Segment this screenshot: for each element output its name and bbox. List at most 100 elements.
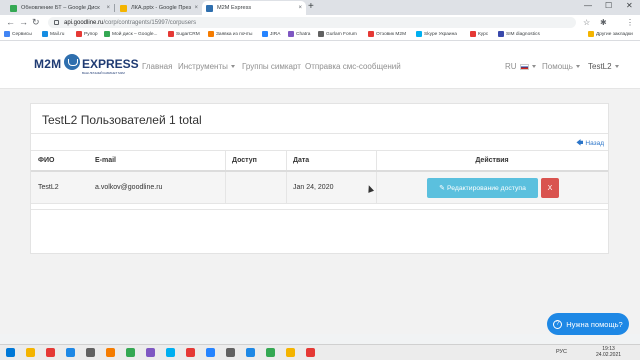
taskbar-app-icon[interactable]: [86, 348, 95, 357]
browser-tab-1[interactable]: Обновление БТ – Google Диск ×: [6, 1, 114, 15]
browser-tab-strip: Обновление БТ – Google Диск × ЛКА.pptx -…: [0, 0, 640, 15]
m2m-favicon-icon: [206, 4, 213, 12]
chevron-down-icon: [614, 65, 619, 69]
user-dropdown[interactable]: TestL2: [588, 62, 619, 71]
table-header: ФИО E-mail Доступ Дата Действия: [31, 150, 608, 172]
chevron-down-icon: [531, 65, 536, 69]
google-slides-icon: [120, 4, 127, 12]
taskbar-app-icon[interactable]: [106, 348, 115, 357]
table-row: TestL2 a.volkov@goodline.ru Jan 24, 2020…: [31, 172, 608, 204]
column-header-date: Дата: [293, 157, 310, 164]
divider: [31, 133, 608, 134]
language-indicator[interactable]: РУС: [556, 349, 567, 355]
folder-icon: [588, 31, 594, 37]
bookmark-item[interactable]: Отзовик M2M: [368, 31, 406, 37]
language-dropdown[interactable]: RU: [505, 62, 536, 71]
minimize-button[interactable]: —: [584, 1, 592, 10]
browser-tab-2[interactable]: ЛКА.pptx - Google Презентации ×: [116, 1, 202, 15]
cell-access: [225, 172, 286, 203]
help-chat-button[interactable]: ? Нужна помощь?: [547, 313, 629, 335]
taskbar-app-icon[interactable]: [186, 348, 195, 357]
address-row: ← → ↻ api.goodline.ru /corp/contragents/…: [0, 15, 640, 30]
close-icon[interactable]: ×: [106, 5, 110, 11]
mailru-icon: [42, 31, 48, 37]
russia-flag-icon: [519, 63, 529, 70]
bookmark-item[interactable]: Заявка из почты: [208, 31, 252, 37]
extensions-icon[interactable]: ✱: [600, 18, 607, 27]
start-button-icon[interactable]: [6, 348, 15, 357]
url-host: api.goodline.ru: [64, 19, 104, 26]
site-navbar: M2M EXPRESS ВАШ ЛИЧНЫЙ КАБИНЕТ M2M Главн…: [0, 41, 640, 89]
taskbar-app-icon[interactable]: [206, 348, 215, 357]
help-dropdown[interactable]: Помощь: [542, 62, 580, 71]
nav-tools[interactable]: Инструменты: [178, 62, 235, 71]
new-tab-button[interactable]: +: [308, 1, 314, 12]
column-header-name: ФИО: [38, 157, 55, 164]
column-divider: [286, 172, 287, 203]
taskbar-app-icon[interactable]: [26, 348, 35, 357]
taskbar-app-icon[interactable]: [286, 348, 295, 357]
apps-icon: [4, 31, 10, 37]
taskbar-app-icon[interactable]: [66, 348, 75, 357]
users-panel: TestL2 Пользователей 1 total 🡄 Назад ФИО …: [30, 103, 609, 254]
bookmark-star-icon[interactable]: ☆: [583, 18, 590, 27]
taskbar-app-icon[interactable]: [46, 348, 55, 357]
course-icon: [470, 31, 476, 37]
sim-icon: [498, 31, 504, 37]
bookmark-item[interactable]: Другие закладки: [588, 31, 633, 37]
bookmark-item[interactable]: Mail.ru: [42, 31, 64, 37]
taskbar: РУС 19:13 24.02.2021: [0, 344, 640, 360]
bookmark-item[interactable]: Мой диск – Google...: [104, 31, 158, 37]
taskbar-app-icon[interactable]: [126, 348, 135, 357]
bookmark-item[interactable]: Chatra: [288, 31, 310, 37]
maximize-button[interactable]: ☐: [605, 1, 612, 10]
table-footer: [31, 209, 608, 214]
tab-title: Обновление БТ – Google Диск: [21, 5, 100, 11]
column-divider: [376, 151, 377, 170]
taskbar-app-icon[interactable]: [246, 348, 255, 357]
taskbar-app-icon[interactable]: [166, 348, 175, 357]
bookmark-item[interactable]: Сервисы: [4, 31, 32, 37]
nav-sim-groups[interactable]: Группы симкарт: [242, 62, 301, 71]
browser-tab-active[interactable]: M2M Express ×: [202, 1, 306, 15]
lock-icon: [54, 20, 59, 25]
mail-request-icon: [208, 31, 214, 37]
url-path: /corp/contragents/15997/corpusers: [103, 19, 197, 26]
bookmark-item[interactable]: SIM diagnostics: [498, 31, 540, 37]
column-header-access: Доступ: [232, 157, 257, 164]
close-icon[interactable]: ×: [194, 5, 198, 11]
delete-user-button[interactable]: X: [541, 178, 559, 198]
address-bar[interactable]: api.goodline.ru /corp/contragents/15997/…: [48, 17, 576, 28]
sugarcrm-icon: [168, 31, 174, 37]
edit-access-button[interactable]: ✎ Редактирование доступа: [427, 178, 538, 198]
bookmark-item[interactable]: Skype Украина: [416, 31, 457, 37]
nav-send-sms[interactable]: Отправка смс-сообщений: [305, 62, 401, 71]
tab-title: M2M Express: [217, 5, 252, 11]
reload-icon[interactable]: ↻: [32, 17, 40, 28]
bookmark-item[interactable]: Gurlam Forum: [318, 31, 357, 37]
m2m-express-logo[interactable]: M2M EXPRESS ВАШ ЛИЧНЫЙ КАБИНЕТ M2M: [34, 53, 139, 77]
google-drive-icon: [104, 31, 110, 37]
window-close-button[interactable]: ✕: [626, 1, 633, 10]
taskbar-app-icon[interactable]: [306, 348, 315, 357]
close-icon[interactable]: ×: [298, 5, 302, 11]
rupor-icon: [76, 31, 82, 37]
browser-menu-icon[interactable]: ⋮: [626, 18, 634, 27]
chevron-down-icon: [575, 65, 580, 69]
taskbar-app-icon[interactable]: [266, 348, 275, 357]
bookmark-item[interactable]: JIRA: [262, 31, 280, 37]
taskbar-app-icon[interactable]: [226, 348, 235, 357]
bookmark-item[interactable]: Курс: [470, 31, 488, 37]
cell-name: TestL2: [38, 184, 59, 191]
bookmark-item[interactable]: SugarCRM: [168, 31, 200, 37]
back-link[interactable]: 🡄 Назад: [576, 139, 604, 150]
chevron-down-icon: [230, 65, 235, 69]
page-content: M2M EXPRESS ВАШ ЛИЧНЫЙ КАБИНЕТ M2M Главн…: [0, 41, 640, 335]
system-clock[interactable]: 19:13 24.02.2021: [596, 346, 621, 358]
back-icon[interactable]: ←: [6, 17, 15, 27]
column-header-email: E-mail: [95, 157, 117, 164]
forward-icon[interactable]: →: [19, 17, 28, 27]
bookmark-item[interactable]: Рупор: [76, 31, 98, 37]
nav-home[interactable]: Главная: [142, 62, 172, 71]
taskbar-app-icon[interactable]: [146, 348, 155, 357]
